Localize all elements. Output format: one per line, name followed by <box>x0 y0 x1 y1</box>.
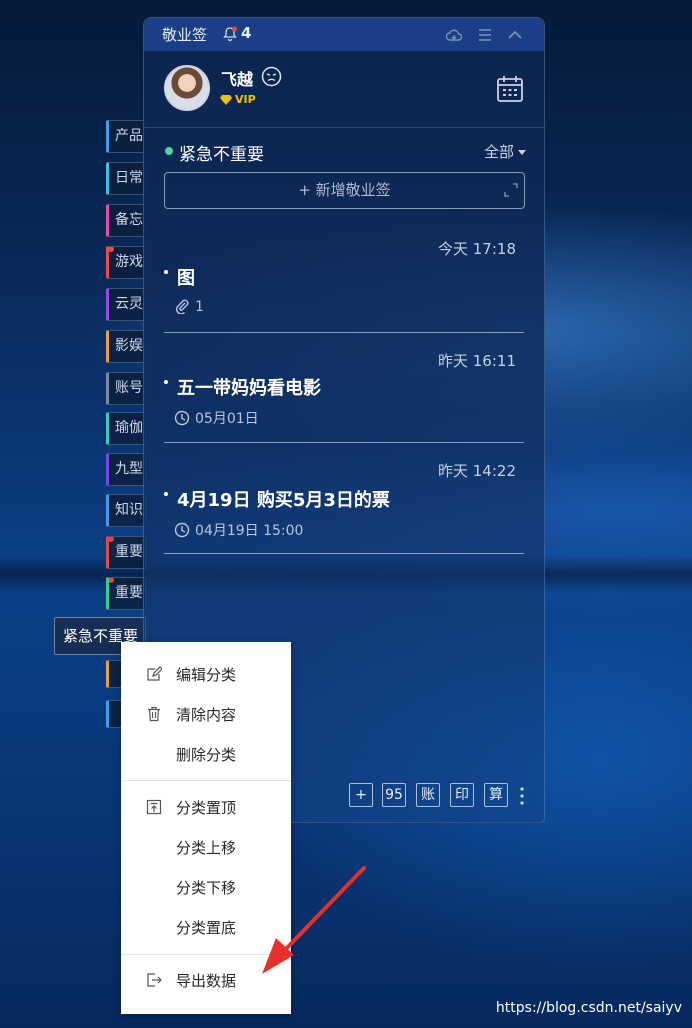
annotation-arrow <box>262 866 366 974</box>
watermark: https://blog.csdn.net/saiyv <box>495 1000 682 1016</box>
